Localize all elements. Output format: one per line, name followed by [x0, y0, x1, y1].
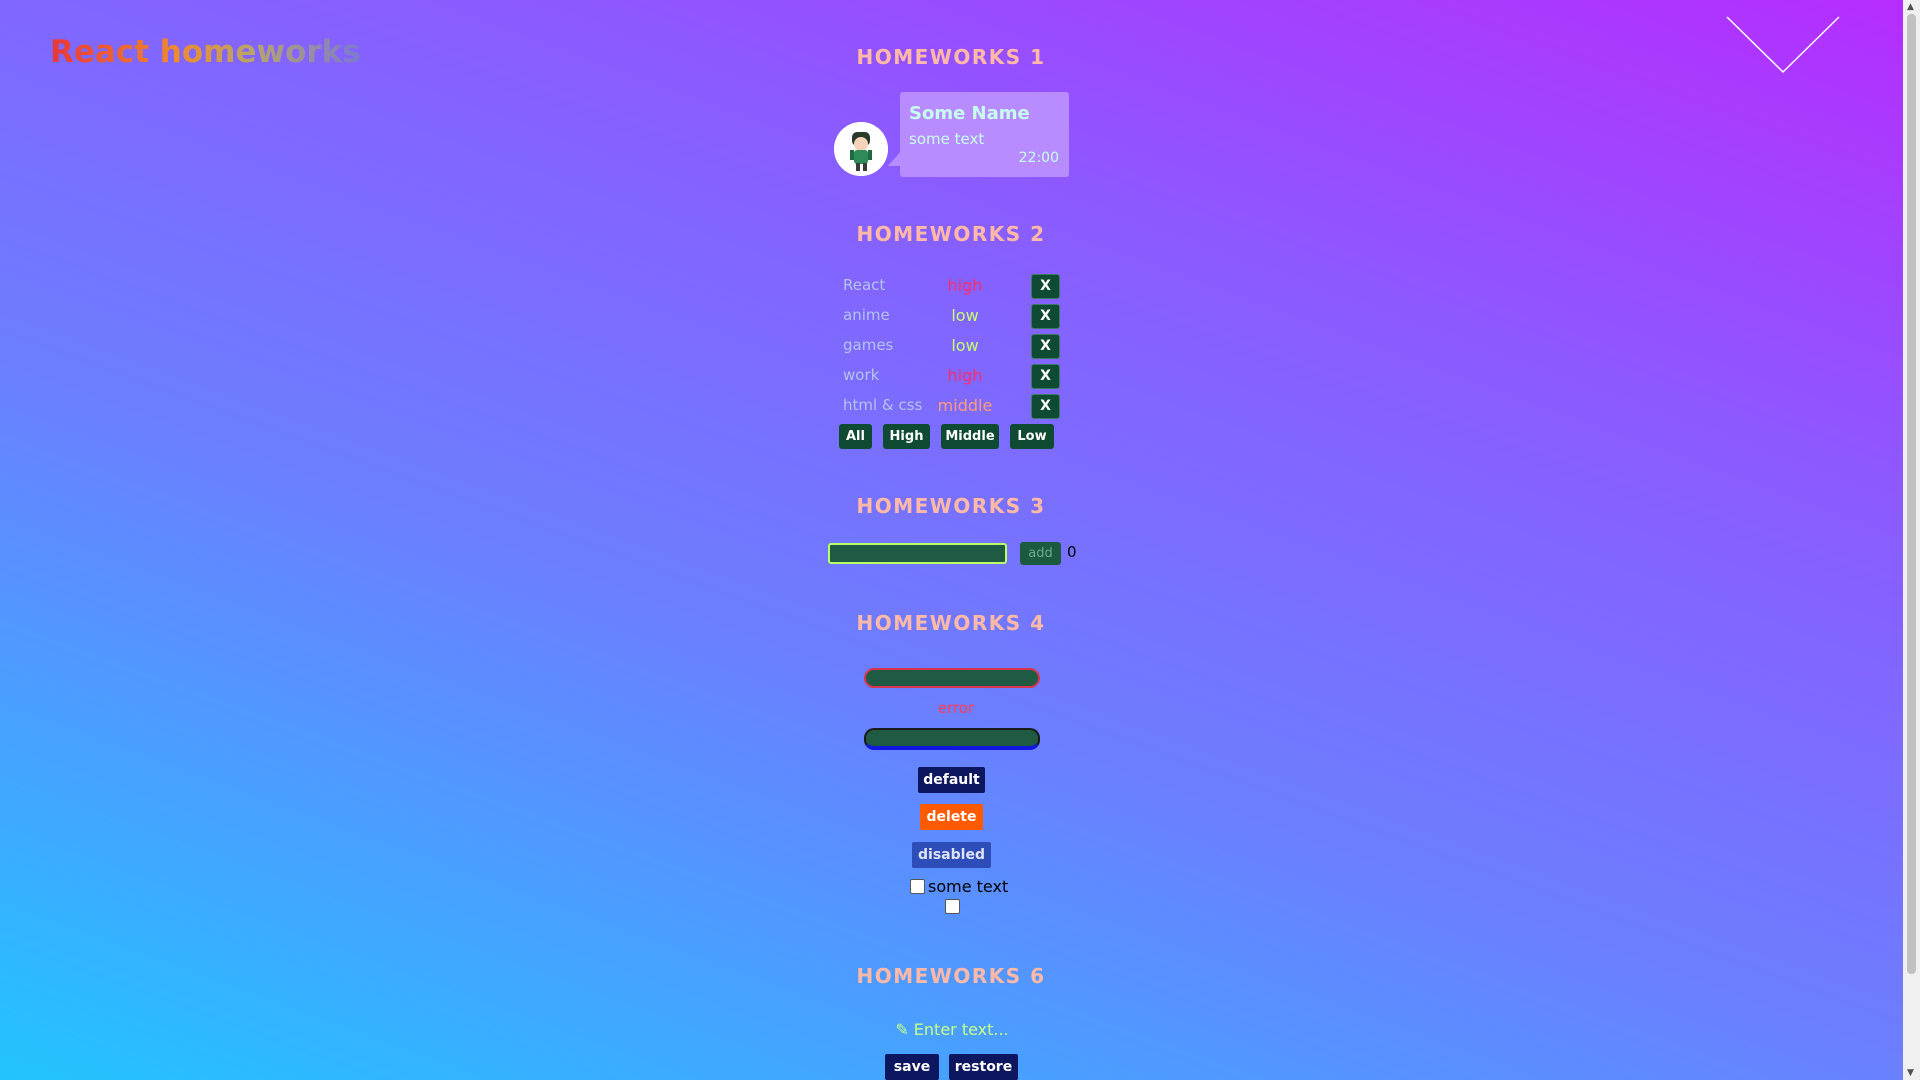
affair-name: games	[843, 336, 894, 354]
delete-affair-button[interactable]: X	[1031, 304, 1060, 329]
error-message: error	[937, 699, 975, 717]
labeled-checkbox[interactable]	[910, 879, 925, 894]
checkbox-label: some text	[928, 877, 1009, 896]
affair-priority: high	[947, 366, 983, 385]
affair-priority: low	[951, 336, 979, 355]
affair-name: html & css	[843, 396, 923, 414]
filter-middle-button[interactable]: Middle	[941, 424, 999, 449]
filter-high-button[interactable]: High	[883, 424, 930, 449]
affair-name: work	[843, 366, 880, 384]
editable-span[interactable]: ✎ Enter text...	[0, 1020, 1904, 1039]
add-button[interactable]: add	[1020, 542, 1061, 565]
section-title-hw4: HOMEWORKS 4	[856, 611, 1046, 635]
scroll-down-icon[interactable]: ▼	[1907, 1068, 1914, 1078]
disabled-button: disabled	[912, 842, 991, 868]
styled-input[interactable]	[864, 728, 1040, 750]
message-text: some text	[909, 130, 985, 148]
section-title-hw3: HOMEWORKS 3	[856, 494, 1046, 518]
save-button[interactable]: save	[885, 1054, 939, 1080]
plain-checkbox[interactable]	[945, 899, 960, 914]
affair-name: React	[843, 276, 886, 294]
section-title-hw2: HOMEWORKS 2	[856, 222, 1046, 246]
name-input[interactable]	[828, 543, 1007, 564]
scrollbar[interactable]: ▲ ▼	[1903, 0, 1920, 1080]
avatar	[834, 122, 888, 176]
message-author: Some Name	[909, 103, 1030, 124]
filter-low-button[interactable]: Low	[1010, 424, 1054, 449]
avatar-image	[834, 122, 888, 176]
message-bubble: Some Name some text 22:00	[900, 92, 1069, 177]
affair-priority: high	[947, 276, 983, 295]
filter-all-button[interactable]: All	[839, 424, 872, 449]
names-counter: 0	[1067, 543, 1077, 561]
restore-button[interactable]: restore	[949, 1054, 1018, 1080]
delete-affair-button[interactable]: X	[1031, 334, 1060, 359]
message-time: 22:00	[1018, 150, 1059, 166]
scroll-up-icon[interactable]: ▲	[1907, 2, 1914, 12]
delete-button[interactable]: delete	[920, 804, 983, 830]
section-title-hw6: HOMEWORKS 6	[856, 964, 1046, 988]
delete-affair-button[interactable]: X	[1031, 394, 1060, 419]
affair-priority: low	[951, 306, 979, 325]
error-input[interactable]	[864, 668, 1040, 688]
delete-affair-button[interactable]: X	[1031, 364, 1060, 389]
affair-name: anime	[843, 306, 890, 324]
section-title-hw1: HOMEWORKS 1	[856, 45, 1046, 69]
affair-priority: middle	[937, 396, 993, 415]
scroll-thumb[interactable]	[1907, 14, 1916, 974]
delete-affair-button[interactable]: X	[1031, 274, 1060, 299]
default-button[interactable]: default	[918, 767, 985, 793]
